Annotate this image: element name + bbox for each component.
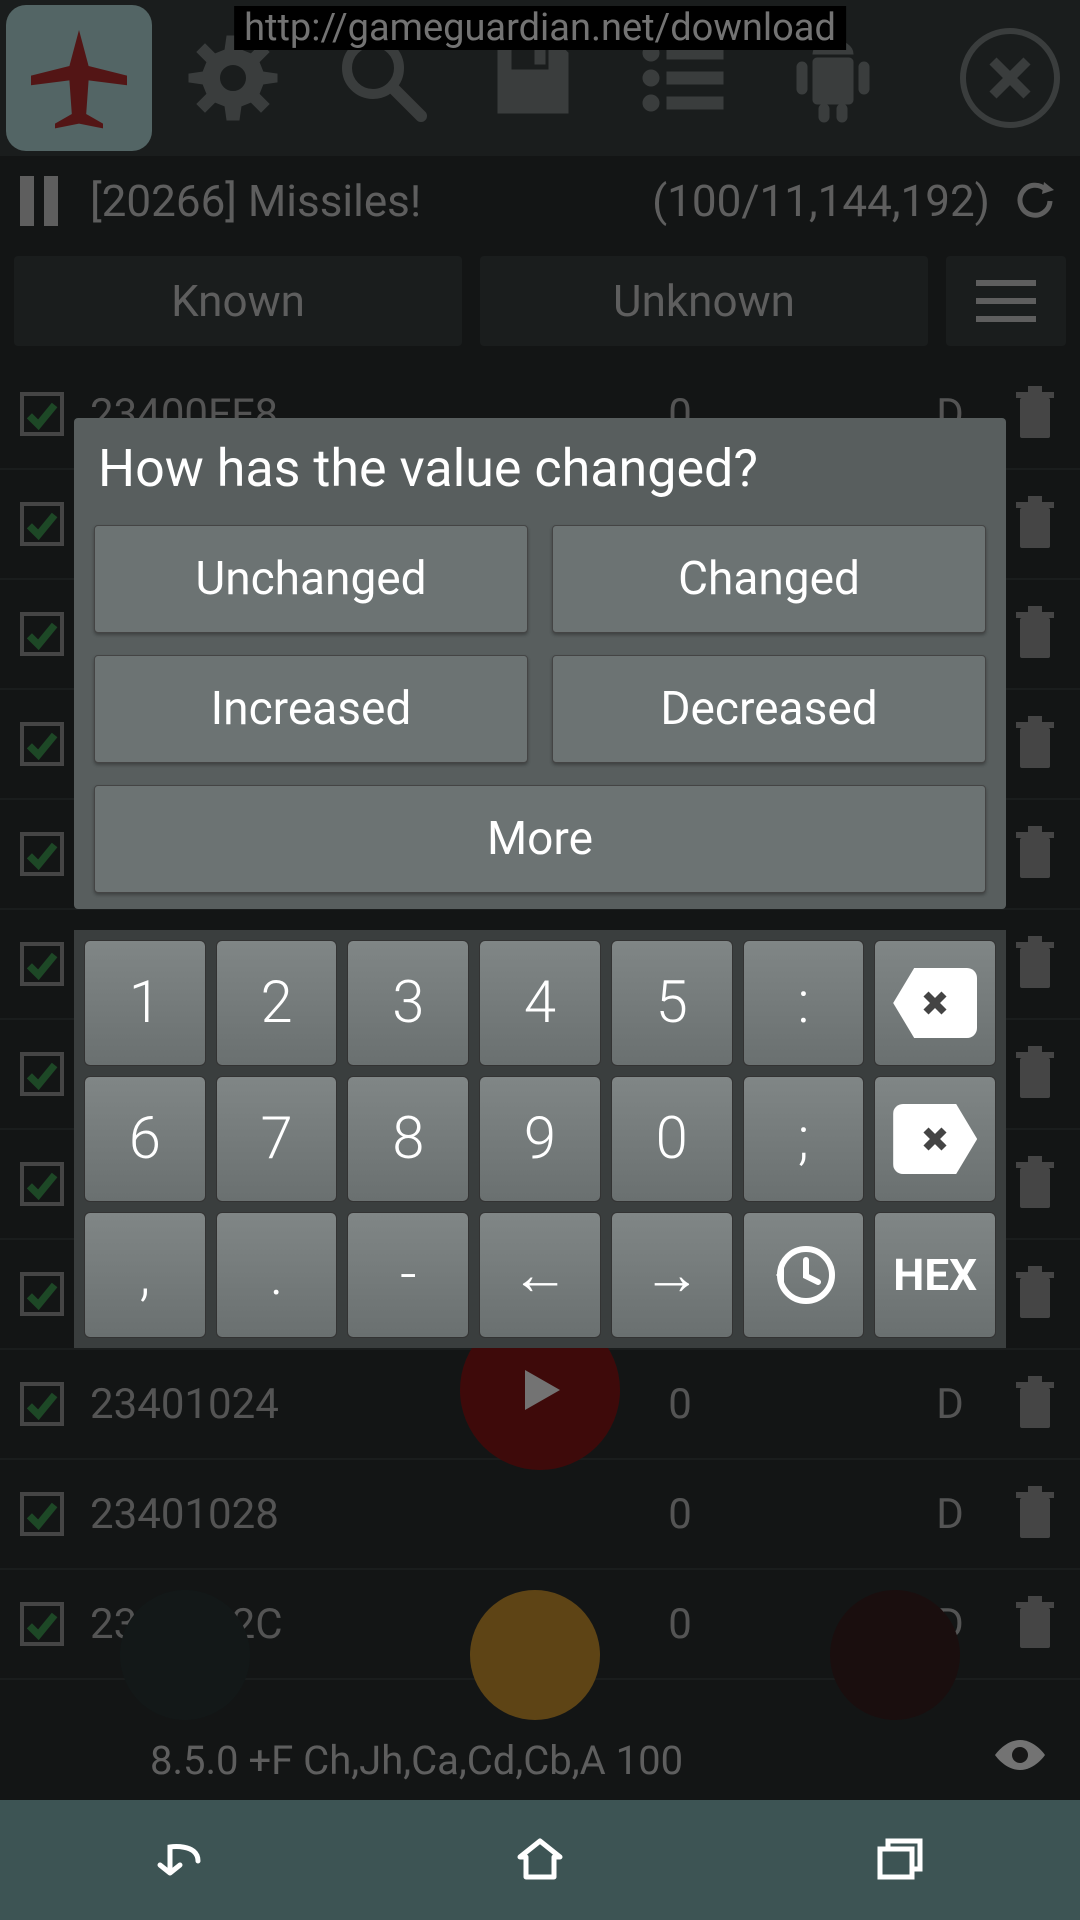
value-change-dialog: How has the value changed? Unchanged Cha…: [74, 418, 1006, 909]
key-comma[interactable]: ,: [84, 1212, 206, 1338]
more-button[interactable]: More: [94, 785, 986, 893]
increased-button[interactable]: Increased: [94, 655, 528, 763]
key-6[interactable]: 6: [84, 1076, 206, 1202]
backspace-right-key[interactable]: [874, 1076, 996, 1202]
key-1[interactable]: 1: [84, 940, 206, 1066]
key-3[interactable]: 3: [347, 940, 469, 1066]
key-4[interactable]: 4: [479, 940, 601, 1066]
key-right-arrow[interactable]: →: [611, 1212, 733, 1338]
nav-bar: [0, 1800, 1080, 1920]
changed-button[interactable]: Changed: [552, 525, 986, 633]
key-semicolon[interactable]: ;: [743, 1076, 865, 1202]
key-period[interactable]: .: [216, 1212, 338, 1338]
key-colon[interactable]: :: [743, 940, 865, 1066]
nav-home-button[interactable]: [510, 1833, 570, 1887]
dialog-title: How has the value changed?: [94, 438, 986, 499]
key-8[interactable]: 8: [347, 1076, 469, 1202]
key-7[interactable]: 7: [216, 1076, 338, 1202]
key-9[interactable]: 9: [479, 1076, 601, 1202]
backspace-left-key[interactable]: [874, 940, 996, 1066]
key-0[interactable]: 0: [611, 1076, 733, 1202]
key-left-arrow[interactable]: ←: [479, 1212, 601, 1338]
keypad: 1 2 3 4 5 : 6 7 8 9 0 ; , . - ← → HEX: [74, 930, 1006, 1348]
key-5[interactable]: 5: [611, 940, 733, 1066]
decreased-button[interactable]: Decreased: [552, 655, 986, 763]
hex-key[interactable]: HEX: [874, 1212, 996, 1338]
nav-recent-button[interactable]: [870, 1833, 930, 1887]
key-2[interactable]: 2: [216, 940, 338, 1066]
unchanged-button[interactable]: Unchanged: [94, 525, 528, 633]
nav-back-button[interactable]: [150, 1833, 210, 1887]
key-minus[interactable]: -: [347, 1212, 469, 1338]
history-key[interactable]: [743, 1212, 865, 1338]
